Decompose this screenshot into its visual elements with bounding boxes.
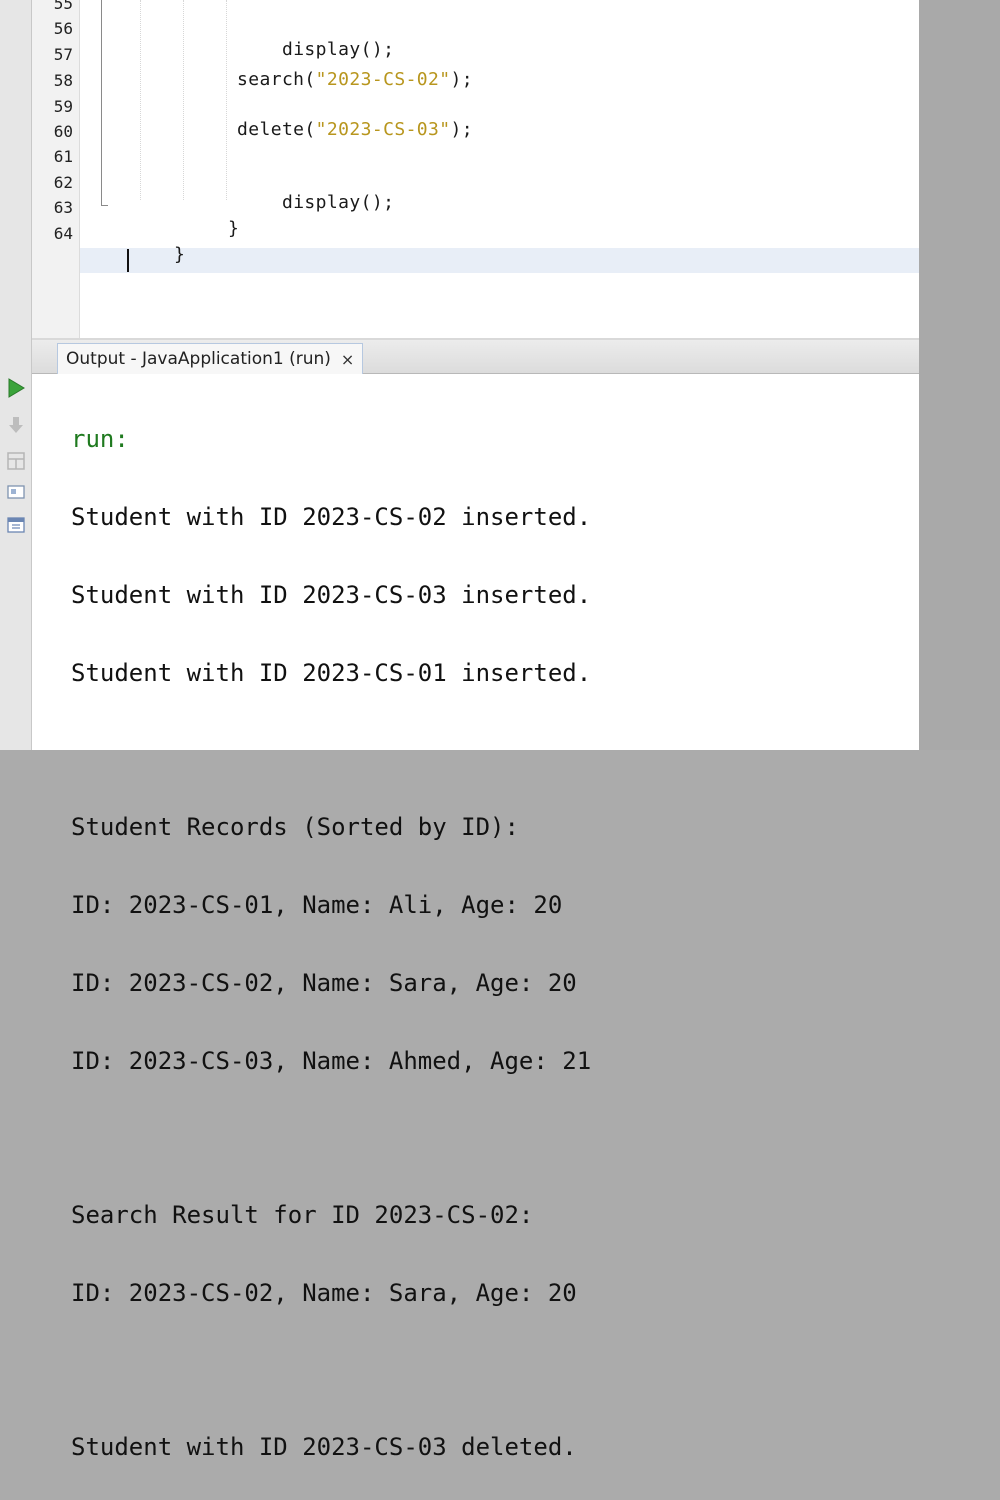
left-toolbar-strip: [0, 0, 32, 750]
console-line: Search Result for ID 2023-CS-02:: [71, 1201, 534, 1229]
output-tab-bar: Output - JavaApplication1 (run) ×: [31, 340, 919, 374]
code-text: search(: [237, 69, 316, 90]
string-literal: "2023-CS-03": [315, 119, 451, 140]
console-output[interactable]: run: Student with ID 2023-CS-02 inserted…: [71, 374, 911, 1460]
console-line: Student Records (Sorted by ID):: [71, 813, 519, 841]
line-number: 60: [53, 122, 73, 141]
tab-output[interactable]: Output - JavaApplication1 (run) ×: [57, 343, 364, 374]
window-background-edge: [919, 0, 1000, 750]
settings-icon[interactable]: [6, 514, 26, 534]
line-number: 64: [53, 224, 73, 243]
stop-icon[interactable]: [6, 415, 26, 435]
console-line: ID: 2023-CS-01, Name: Ali, Age: 20: [71, 891, 563, 919]
indent-guide: [140, 0, 141, 200]
string-literal: "2023-CS-02": [315, 69, 451, 90]
line-number: 57: [53, 45, 73, 64]
output-panel: Output - JavaApplication1 (run) × run: S…: [31, 340, 919, 1460]
code-text: display();: [281, 39, 395, 60]
code-text: delete(: [237, 119, 316, 140]
code-line-63[interactable]: }: [183, 196, 239, 262]
console-line: Student with ID 2023-CS-03 deleted.: [71, 1433, 577, 1461]
line-number: 55: [53, 0, 73, 13]
code-editor[interactable]: 55 56 57 58 59 60 61 62 63 64 display();…: [0, 0, 919, 340]
console-line: Student with ID 2023-CS-03 inserted.: [71, 581, 592, 609]
code-text: );: [450, 119, 473, 140]
code-text: display();: [281, 192, 395, 213]
line-number: 58: [53, 71, 73, 90]
line-number: 56: [53, 19, 73, 38]
line-number: 59: [53, 97, 73, 116]
code-line-58[interactable]: search("2023-CS-02");: [237, 69, 473, 91]
code-line-64[interactable]: }: [129, 222, 185, 288]
console-line: ID: 2023-CS-02, Name: Sara, Age: 20: [71, 1279, 577, 1307]
line-number: 63: [53, 198, 73, 217]
code-text: );: [450, 69, 473, 90]
filter-icon[interactable]: [6, 482, 26, 502]
console-line: Student with ID 2023-CS-02 inserted.: [71, 503, 592, 531]
code-line-62[interactable]: display();: [237, 170, 394, 236]
tab-title: Output - JavaApplication1 (run): [66, 349, 331, 369]
console-line: ID: 2023-CS-03, Name: Ahmed, Age: 21: [71, 1047, 592, 1075]
run-icon[interactable]: [6, 378, 26, 398]
line-number: 62: [53, 173, 73, 192]
console-line: Student with ID 2023-CS-01 inserted.: [71, 659, 592, 687]
indent-guide: [183, 0, 184, 200]
fold-marker-line: [101, 0, 102, 206]
closing-brace: }: [227, 218, 240, 239]
fold-marker-end[interactable]: [101, 205, 108, 206]
closing-brace: }: [173, 244, 186, 265]
indent-guide: [226, 0, 227, 200]
console-line: ID: 2023-CS-02, Name: Sara, Age: 20: [71, 969, 577, 997]
line-number: 61: [53, 147, 73, 166]
code-line-60[interactable]: delete("2023-CS-03");: [237, 119, 473, 141]
close-icon[interactable]: ×: [341, 350, 354, 369]
clear-icon[interactable]: [6, 451, 26, 471]
console-line: run:: [71, 425, 129, 453]
